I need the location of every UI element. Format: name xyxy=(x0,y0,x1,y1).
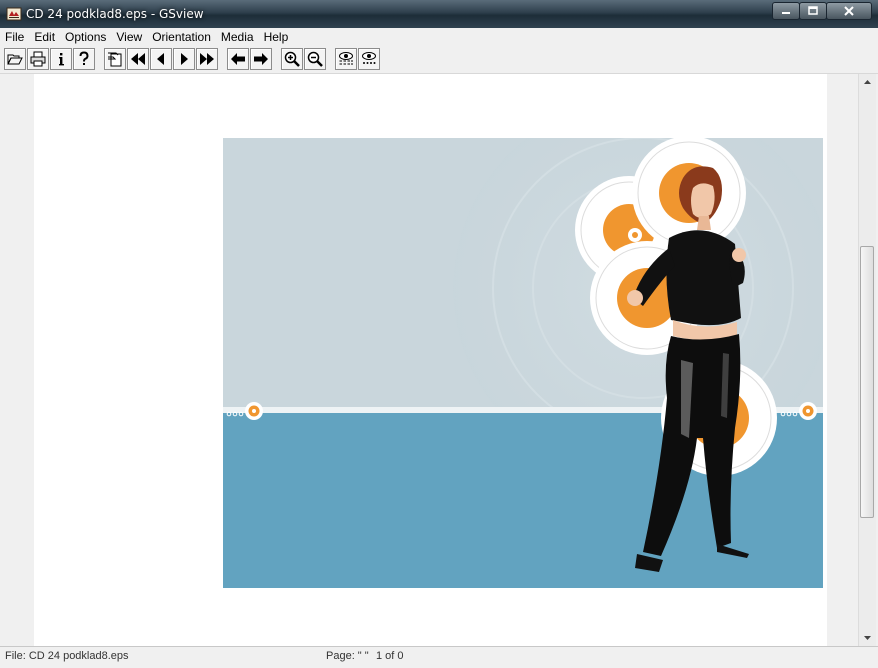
menu-edit[interactable]: Edit xyxy=(29,28,60,46)
back-button[interactable] xyxy=(227,48,249,70)
vertical-scrollbar[interactable] xyxy=(858,74,876,646)
close-button[interactable] xyxy=(826,2,872,20)
find-next-icon xyxy=(362,52,376,64)
info-button[interactable] xyxy=(50,48,72,70)
menu-help[interactable]: Help xyxy=(259,28,294,46)
zoom-out-button[interactable] xyxy=(304,48,326,70)
last-page-button[interactable] xyxy=(196,48,218,70)
menu-orientation[interactable]: Orientation xyxy=(147,28,216,46)
previous-page-button[interactable] xyxy=(150,48,172,70)
maximize-button[interactable] xyxy=(799,2,827,20)
status-page: Page: " " xyxy=(326,650,369,662)
menu-file[interactable]: File xyxy=(0,28,29,46)
forward-button[interactable] xyxy=(250,48,272,70)
status-page-count: 1 of 0 xyxy=(376,650,404,662)
help-icon xyxy=(79,51,89,65)
scroll-up-button[interactable] xyxy=(859,74,876,90)
goto-page-button[interactable] xyxy=(104,48,126,70)
print-icon xyxy=(30,51,46,67)
goto-page-icon xyxy=(108,52,122,67)
back-icon xyxy=(231,53,245,65)
status-bar: File: CD 24 podklad8.eps Page: " " 1 of … xyxy=(0,646,878,668)
maximize-icon xyxy=(808,6,818,15)
gsview-app-icon xyxy=(6,7,22,21)
zoom-out-icon xyxy=(307,51,323,67)
first-page-icon xyxy=(131,53,145,65)
info-icon xyxy=(59,53,64,66)
scroll-down-icon xyxy=(864,636,871,640)
menu-bar: File Edit Options View Orientation Media… xyxy=(0,28,878,46)
open-button[interactable] xyxy=(4,48,26,70)
next-page-icon xyxy=(181,53,188,65)
help-button[interactable] xyxy=(73,48,95,70)
scroll-up-icon xyxy=(864,80,871,84)
window-title: CD 24 podklad8.eps - GSview xyxy=(26,7,204,21)
document-page xyxy=(34,74,827,646)
find-text-button[interactable] xyxy=(335,48,357,70)
zoom-in-button[interactable] xyxy=(281,48,303,70)
title-bar[interactable]: CD 24 podklad8.eps - GSview xyxy=(0,0,878,28)
toolbar xyxy=(0,46,878,74)
last-page-icon xyxy=(200,53,214,65)
menu-view[interactable]: View xyxy=(111,28,147,46)
close-icon xyxy=(844,6,854,16)
open-icon xyxy=(7,54,23,65)
gsview-window: CD 24 podklad8.eps - GSview File Edit Op… xyxy=(0,0,878,668)
document-artwork xyxy=(223,138,823,588)
previous-page-icon xyxy=(157,53,164,65)
document-viewport[interactable] xyxy=(4,74,858,646)
menu-options[interactable]: Options xyxy=(60,28,111,46)
scrollbar-thumb[interactable] xyxy=(860,246,874,518)
menu-media[interactable]: Media xyxy=(216,28,259,46)
print-button[interactable] xyxy=(27,48,49,70)
minimize-button[interactable] xyxy=(772,2,800,20)
next-page-button[interactable] xyxy=(173,48,195,70)
first-page-button[interactable] xyxy=(127,48,149,70)
find-next-button[interactable] xyxy=(358,48,380,70)
zoom-in-icon xyxy=(284,51,300,67)
minimize-icon xyxy=(782,12,790,14)
scroll-down-button[interactable] xyxy=(859,630,876,646)
forward-icon xyxy=(254,53,268,65)
status-file: File: CD 24 podklad8.eps xyxy=(5,650,129,662)
find-text-icon xyxy=(339,52,353,65)
